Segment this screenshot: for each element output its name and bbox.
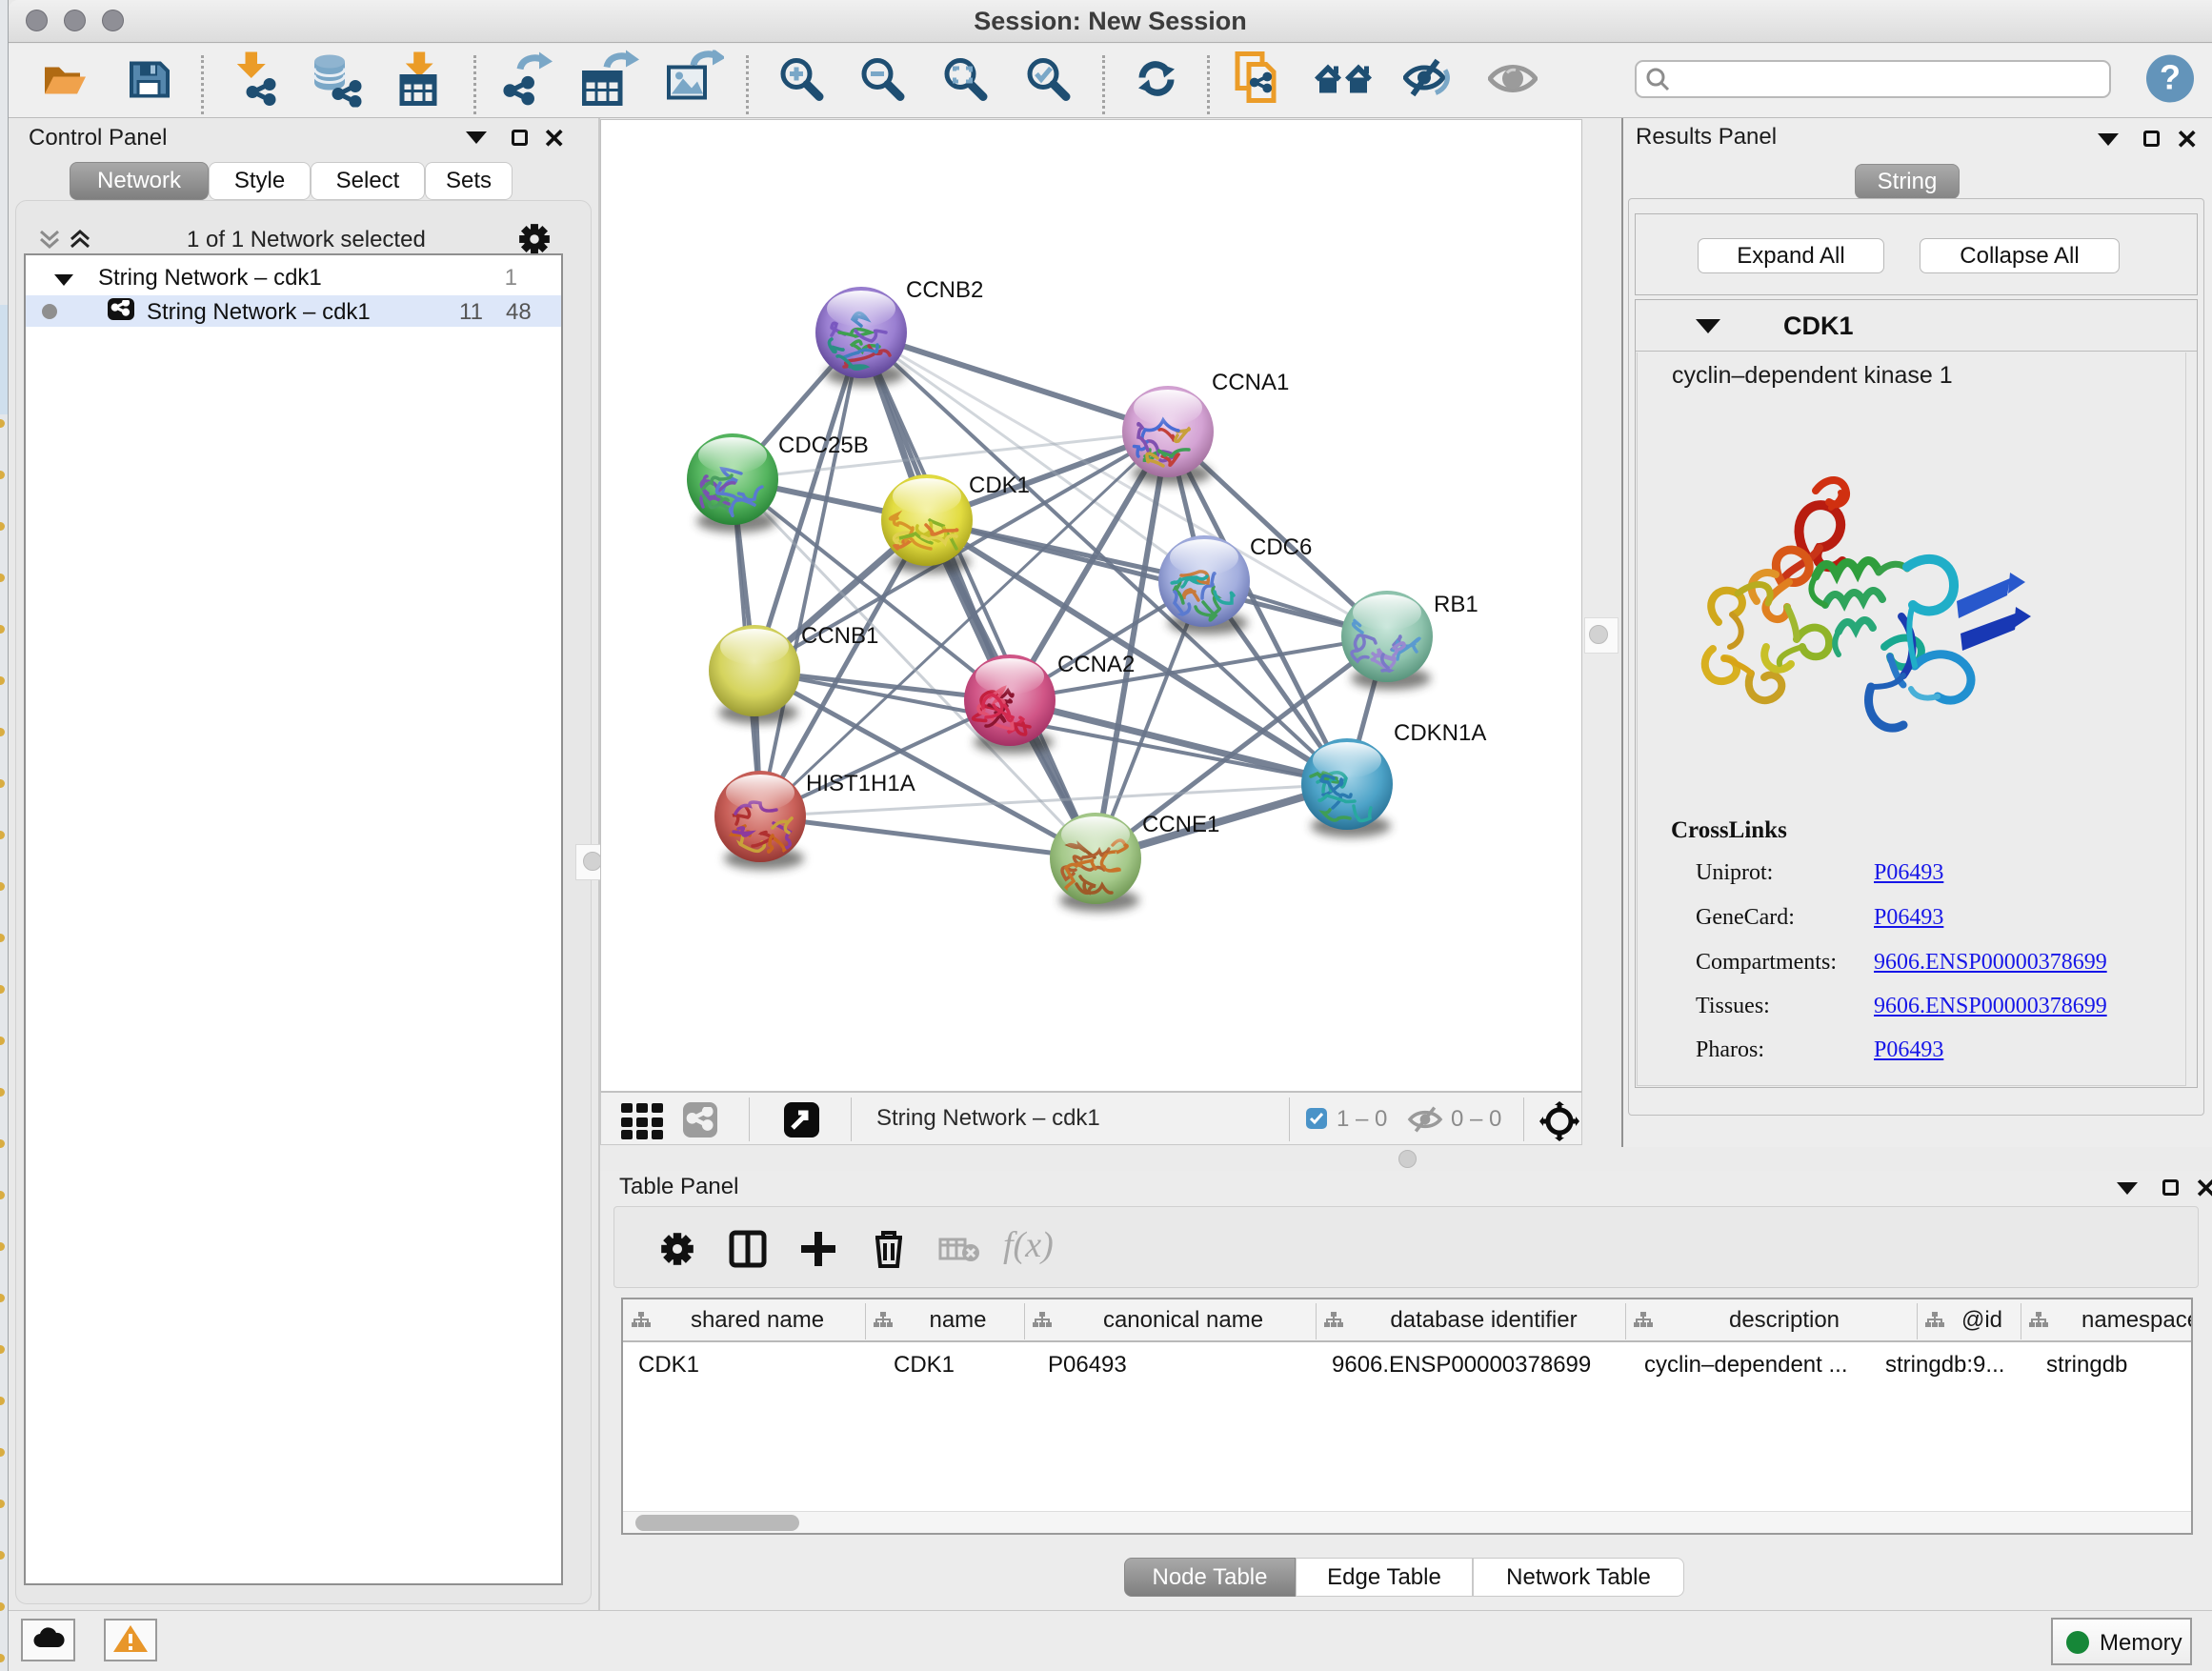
svg-text:CDC6: CDC6 xyxy=(1250,534,1312,560)
svg-text:CCNE1: CCNE1 xyxy=(1142,812,1219,837)
svg-text:CDK1: CDK1 xyxy=(969,473,1030,498)
svg-text:CDKN1A: CDKN1A xyxy=(1394,720,1486,746)
svg-text:CCNB1: CCNB1 xyxy=(801,623,878,649)
svg-text:HIST1H1A: HIST1H1A xyxy=(806,771,915,796)
svg-text:CDC25B: CDC25B xyxy=(778,433,869,458)
svg-text:CCNB2: CCNB2 xyxy=(906,277,983,303)
svg-text:?: ? xyxy=(2160,57,2181,96)
svg-text:RB1: RB1 xyxy=(1434,592,1478,617)
svg-text:CCNA1: CCNA1 xyxy=(1212,370,1289,395)
svg-text:CCNA2: CCNA2 xyxy=(1057,652,1135,677)
